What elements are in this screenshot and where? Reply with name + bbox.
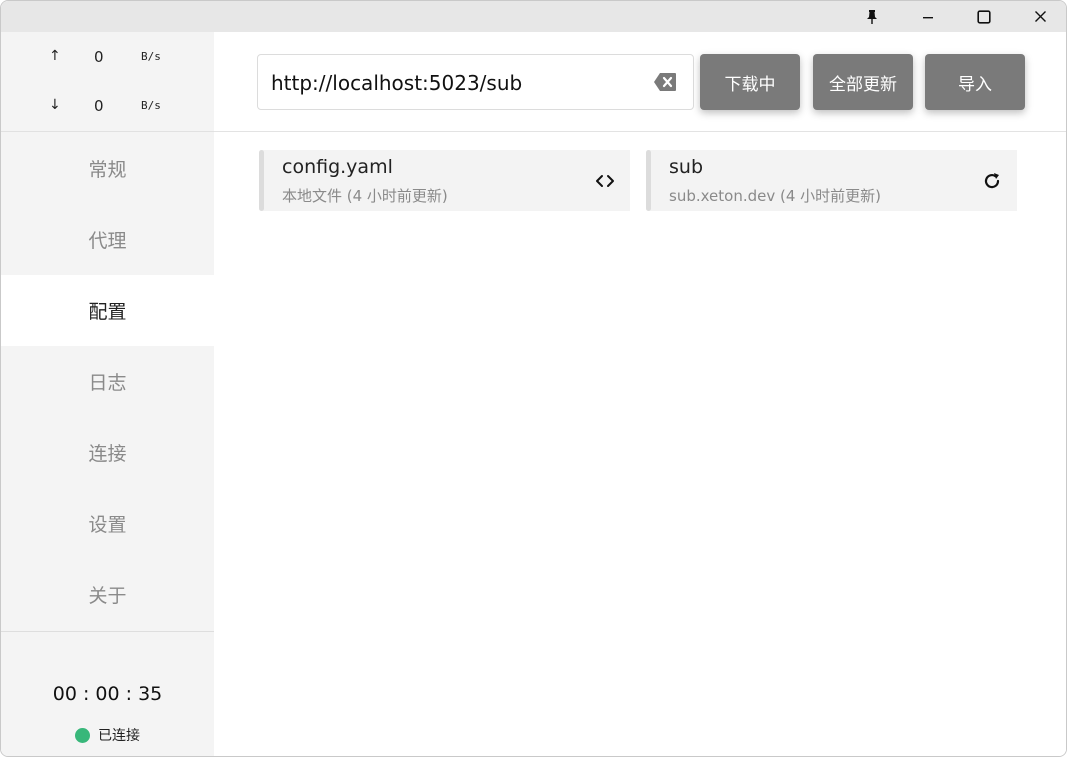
connection-status: 已连接 — [1, 725, 214, 745]
import-button[interactable]: 导入 — [925, 54, 1025, 110]
sidebar-item-settings[interactable]: 设置 — [1, 488, 214, 559]
sidebar-item-about[interactable]: 关于 — [1, 559, 214, 630]
sidebar-item-label: 关于 — [88, 585, 127, 607]
status-dot-icon — [75, 727, 90, 743]
sidebar-item-label: 配置 — [88, 301, 127, 323]
code-icon[interactable] — [594, 170, 616, 192]
profile-card-accent — [259, 150, 264, 211]
sidebar-divider — [1, 131, 214, 132]
download-arrow-icon: ↓ — [49, 97, 61, 113]
sidebar-item-logs[interactable]: 日志 — [1, 346, 214, 417]
downloading-button[interactable]: 下载中 — [700, 54, 800, 110]
sidebar-item-label: 常规 — [88, 159, 127, 181]
status-text: 已连接 — [98, 728, 140, 744]
download-unit: B/s — [141, 99, 161, 112]
minimize-icon — [923, 16, 933, 18]
maximize-icon — [977, 9, 991, 24]
pin-icon — [867, 9, 877, 24]
sidebar: ↑ 0 B/s ↓ 0 B/s 常规 代理 配置 日志 连接 设置 关于 00 … — [1, 32, 214, 756]
sidebar-item-label: 代理 — [88, 230, 127, 252]
sidebar-nav: 常规 代理 配置 日志 连接 设置 关于 — [1, 133, 214, 630]
close-button[interactable] — [1012, 1, 1066, 32]
profile-title: config.yaml — [282, 156, 393, 178]
update-all-button[interactable]: 全部更新 — [813, 54, 913, 110]
upload-value: 0 — [94, 48, 104, 66]
sidebar-item-label: 日志 — [88, 372, 127, 394]
profile-card-body: config.yaml 本地文件 (4 小时前更新) — [269, 150, 630, 211]
app-window: ↑ 0 B/s ↓ 0 B/s 常规 代理 配置 日志 连接 设置 关于 00 … — [0, 0, 1067, 757]
download-speed: ↓ 0 B/s — [1, 95, 214, 119]
subscription-url-input[interactable] — [271, 69, 641, 97]
sidebar-item-general[interactable]: 常规 — [1, 133, 214, 204]
profile-card-sub[interactable]: sub sub.xeton.dev (4 小时前更新) — [646, 150, 1017, 211]
maximize-button[interactable] — [956, 1, 1012, 32]
close-icon — [1034, 11, 1046, 22]
subscription-url-box — [257, 54, 694, 110]
profile-subtitle: sub.xeton.dev (4 小时前更新) — [669, 187, 882, 205]
profile-subtitle: 本地文件 (4 小时前更新) — [282, 187, 448, 205]
sidebar-item-label: 设置 — [88, 514, 127, 536]
download-value: 0 — [94, 97, 104, 115]
profile-title: sub — [669, 156, 704, 178]
upload-arrow-icon: ↑ — [49, 48, 61, 64]
profile-card-accent — [646, 150, 651, 211]
refresh-icon[interactable] — [981, 170, 1003, 192]
uptime-timer: 00 : 00 : 35 — [52, 683, 163, 705]
sidebar-item-connections[interactable]: 连接 — [1, 417, 214, 488]
minimize-button[interactable] — [900, 1, 956, 32]
profile-card-config[interactable]: config.yaml 本地文件 (4 小时前更新) — [259, 150, 630, 211]
clear-input-icon[interactable] — [653, 72, 677, 92]
sidebar-item-label: 连接 — [88, 443, 127, 465]
upload-speed: ↑ 0 B/s — [1, 46, 214, 70]
sidebar-item-profiles[interactable]: 配置 — [1, 275, 214, 346]
traffic-panel: ↑ 0 B/s ↓ 0 B/s — [1, 32, 214, 131]
toolbar-divider — [214, 131, 1066, 132]
pin-button[interactable] — [844, 1, 900, 32]
main-content: 下载中 全部更新 导入 config.yaml 本地文件 (4 小时前更新) s… — [214, 32, 1066, 756]
sidebar-item-proxy[interactable]: 代理 — [1, 204, 214, 275]
title-bar[interactable] — [1, 1, 1066, 32]
sidebar-divider-bottom — [1, 631, 214, 632]
profile-card-body: sub sub.xeton.dev (4 小时前更新) — [656, 150, 1017, 211]
upload-unit: B/s — [141, 50, 161, 63]
